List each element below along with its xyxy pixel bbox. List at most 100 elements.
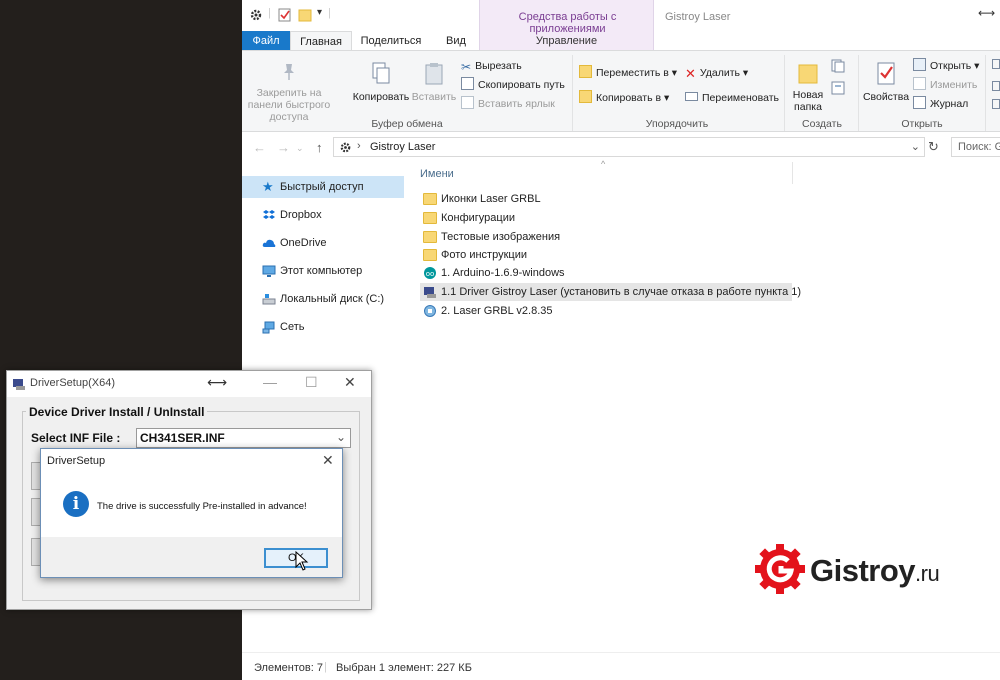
nav-item-this-pc[interactable]: Этот компьютер <box>242 260 408 282</box>
delete-icon: ✕ <box>685 66 696 81</box>
recent-dropdown-icon[interactable]: ⌄ <box>296 143 304 154</box>
copy-button[interactable]: Копировать <box>352 61 410 103</box>
list-item[interactable]: 2. Laser GRBL v2.8.35 <box>420 302 790 320</box>
close-icon[interactable]: ✕ <box>344 374 356 391</box>
new-folder-button[interactable]: Новая папка <box>788 61 828 113</box>
open-label: Открыть <box>930 60 972 72</box>
search-placeholder: Поиск: G <box>958 141 1000 153</box>
sort-ascending-icon: ^ <box>601 159 606 169</box>
refresh-icon[interactable]: ↻ <box>928 139 939 155</box>
nav-item-label: Dropbox <box>280 209 322 221</box>
status-selection: Выбран 1 элемент: 227 КБ <box>336 662 472 674</box>
properties-button[interactable]: Свойства <box>862 61 910 103</box>
address-field[interactable]: › Gistroy Laser ⌄ <box>333 137 925 157</box>
tab-share[interactable]: Поделиться <box>356 31 426 51</box>
gear-icon[interactable] <box>249 8 263 22</box>
ribbon-tabs: Файл Главная Поделиться Вид Управление <box>242 31 1000 51</box>
address-dropdown-icon[interactable]: ⌄ <box>911 140 920 153</box>
qat-dropdown-icon[interactable]: ▾ <box>317 7 322 18</box>
computer-icon <box>262 265 276 277</box>
qat-separator: | <box>268 7 271 19</box>
tab-manage[interactable]: Управление <box>479 31 654 51</box>
resize-arrow-icon: ⟷ <box>978 6 996 20</box>
edit-icon <box>913 77 926 90</box>
breadcrumb-chevron-icon: › <box>357 140 361 152</box>
column-header-name[interactable]: Имени <box>420 168 454 180</box>
select-none-icon[interactable] <box>992 81 1000 91</box>
pin-to-quick-access-button[interactable]: Закрепить на панели быстрого доступа <box>246 61 332 123</box>
tab-view[interactable]: Вид <box>436 31 476 51</box>
nav-item-dropbox[interactable]: Dropbox <box>242 204 408 226</box>
drive-icon <box>262 294 276 305</box>
ribbon: Закрепить на панели быстрого доступа Коп… <box>242 50 1000 132</box>
new-folder-icon[interactable] <box>298 8 312 22</box>
new-item-icon[interactable] <box>831 59 845 73</box>
nav-item-local-disk[interactable]: Локальный диск (C:) <box>242 288 408 310</box>
invert-selection-icon[interactable] <box>992 99 1000 109</box>
ribbon-separator <box>858 55 859 131</box>
move-to-button[interactable]: Переместить в ▾ <box>579 65 677 81</box>
paste-shortcut-button[interactable]: Вставить ярлык <box>461 96 555 112</box>
move-to-label: Переместить в <box>596 67 669 79</box>
back-arrow-icon[interactable]: ← <box>253 140 266 155</box>
tab-home[interactable]: Главная <box>290 31 352 51</box>
breadcrumb-path[interactable]: Gistroy Laser <box>370 141 435 153</box>
folder-icon <box>423 249 437 261</box>
maximize-icon[interactable]: ☐ <box>305 374 318 391</box>
rename-label: Переименовать <box>702 92 779 104</box>
nav-item-onedrive[interactable]: OneDrive <box>242 232 408 254</box>
clipboard-group-label: Буфер обмена <box>371 118 443 130</box>
select-all-icon[interactable] <box>992 59 1000 69</box>
open-group-label: Открыть <box>901 118 943 130</box>
list-item[interactable]: Иконки Laser GRBL <box>420 190 790 208</box>
list-item[interactable]: Конфигурации <box>420 209 790 227</box>
open-button[interactable]: Открыть ▾ <box>913 58 979 74</box>
nav-item-label: Локальный диск (C:) <box>280 293 385 305</box>
logo-brand: Gistroy <box>810 553 916 588</box>
nav-item-quick-access[interactable]: ★ Быстрый доступ <box>242 176 404 198</box>
close-icon[interactable]: ✕ <box>322 452 334 469</box>
group-title: Device Driver Install / UnInstall <box>26 405 208 419</box>
file-name: 1. Arduino-1.6.9-windows <box>441 267 565 279</box>
title-bar[interactable]: DriverSetup(X64) ⟷ — ☐ ✕ <box>7 371 371 397</box>
copy-icon <box>372 62 390 84</box>
dialog-message: The drive is successfully Pre-installed … <box>97 501 307 512</box>
copy-path-button[interactable]: Скопировать путь <box>461 77 565 93</box>
edit-button[interactable]: Изменить <box>913 77 977 93</box>
up-arrow-icon[interactable]: ↑ <box>316 140 323 155</box>
history-button[interactable]: Журнал <box>913 96 968 112</box>
list-item[interactable]: Фото инструкции <box>420 246 790 264</box>
info-icon: i <box>63 491 89 517</box>
folder-icon <box>423 231 437 243</box>
search-input[interactable]: Поиск: G <box>951 137 1000 157</box>
nav-item-network[interactable]: Сеть <box>242 316 408 338</box>
cut-button[interactable]: ✂ Вырезать <box>461 58 522 74</box>
file-name: Фото инструкции <box>441 249 527 261</box>
nav-item-label: Быстрый доступ <box>280 181 364 193</box>
properties-icon[interactable] <box>278 8 292 22</box>
tab-file[interactable]: Файл <box>242 31 290 51</box>
paste-shortcut-icon <box>461 96 474 109</box>
installer-icon <box>424 305 436 317</box>
copy-to-label: Копировать в <box>596 92 662 104</box>
copy-label: Копировать <box>352 91 410 103</box>
inf-file-select[interactable]: CH341SER.INF ⌄ <box>136 428 351 448</box>
delete-label: Удалить <box>699 67 740 79</box>
column-divider[interactable] <box>792 162 793 184</box>
easy-access-icon[interactable] <box>831 81 845 95</box>
copy-to-button[interactable]: Копировать в ▾ <box>579 90 669 106</box>
paste-button[interactable]: Вставить <box>410 61 458 103</box>
nav-item-label: OneDrive <box>280 237 327 249</box>
delete-button[interactable]: ✕ Удалить ▾ <box>685 65 748 81</box>
scissors-icon: ✂ <box>461 60 472 74</box>
rename-button[interactable]: Переименовать <box>685 90 779 106</box>
list-item-selected[interactable]: 1.1 Driver Gistroy Laser (установить в с… <box>420 283 801 301</box>
minimize-icon[interactable]: — <box>263 374 277 390</box>
copy-to-icon <box>579 90 592 103</box>
list-item[interactable]: oo 1. Arduino-1.6.9-windows <box>420 264 790 282</box>
logo-wordmark: Gistroy.ru <box>810 553 940 589</box>
list-item[interactable]: Тестовые изображения <box>420 228 790 246</box>
forward-arrow-icon[interactable]: → <box>277 140 290 155</box>
nav-item-label: Этот компьютер <box>280 265 363 277</box>
status-bar: Элементов: 7 | Выбран 1 элемент: 227 КБ <box>242 652 1000 680</box>
